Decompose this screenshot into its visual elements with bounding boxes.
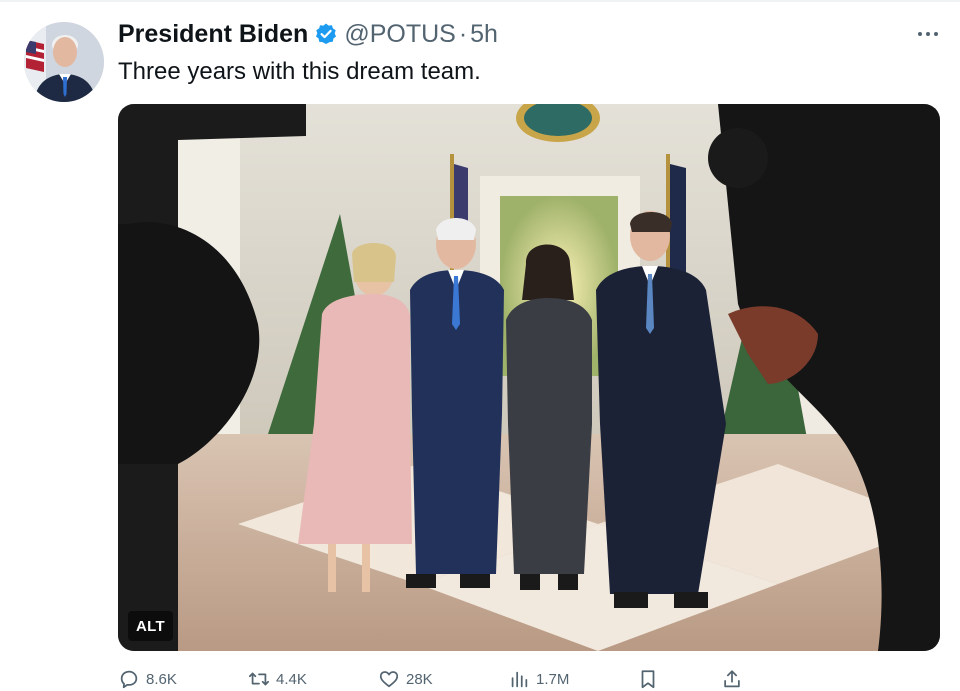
alt-text-badge[interactable]: ALT <box>128 611 173 641</box>
like-count: 28K <box>406 670 433 688</box>
views-chart-icon <box>511 671 528 688</box>
tweet-timestamp[interactable]: 5h <box>470 20 498 49</box>
top-divider <box>0 0 960 2</box>
verified-badge-icon <box>314 22 338 46</box>
tweet-header: President Biden @POTUS · 5h <box>118 18 498 50</box>
media-photo <box>118 104 940 651</box>
tweet-media[interactable]: ALT <box>118 104 940 651</box>
share-icon <box>724 670 740 688</box>
reply-button[interactable]: 8.6K <box>118 664 177 691</box>
bookmark-icon <box>641 670 655 689</box>
tweet-actions: 8.6K 4.4K 28K 1.7M <box>118 664 940 691</box>
repost-count: 4.4K <box>276 670 307 688</box>
views-button[interactable]: 1.7M <box>508 664 569 691</box>
reply-icon <box>120 670 138 689</box>
repost-icon <box>248 672 270 686</box>
repost-button[interactable]: 4.4K <box>248 664 307 691</box>
meta-separator: · <box>458 19 468 48</box>
share-button[interactable] <box>721 664 749 691</box>
heart-icon <box>379 671 399 688</box>
like-button[interactable]: 28K <box>378 664 433 691</box>
views-count: 1.7M <box>536 670 570 688</box>
reply-count: 8.6K <box>146 670 177 688</box>
more-horizontal-icon[interactable] <box>918 24 938 44</box>
author-handle[interactable]: @POTUS <box>344 20 456 49</box>
author-display-name[interactable]: President Biden <box>118 20 308 49</box>
avatar[interactable] <box>24 22 104 102</box>
tweet-text: Three years with this dream team. <box>118 58 481 85</box>
bookmark-button[interactable] <box>637 664 665 691</box>
